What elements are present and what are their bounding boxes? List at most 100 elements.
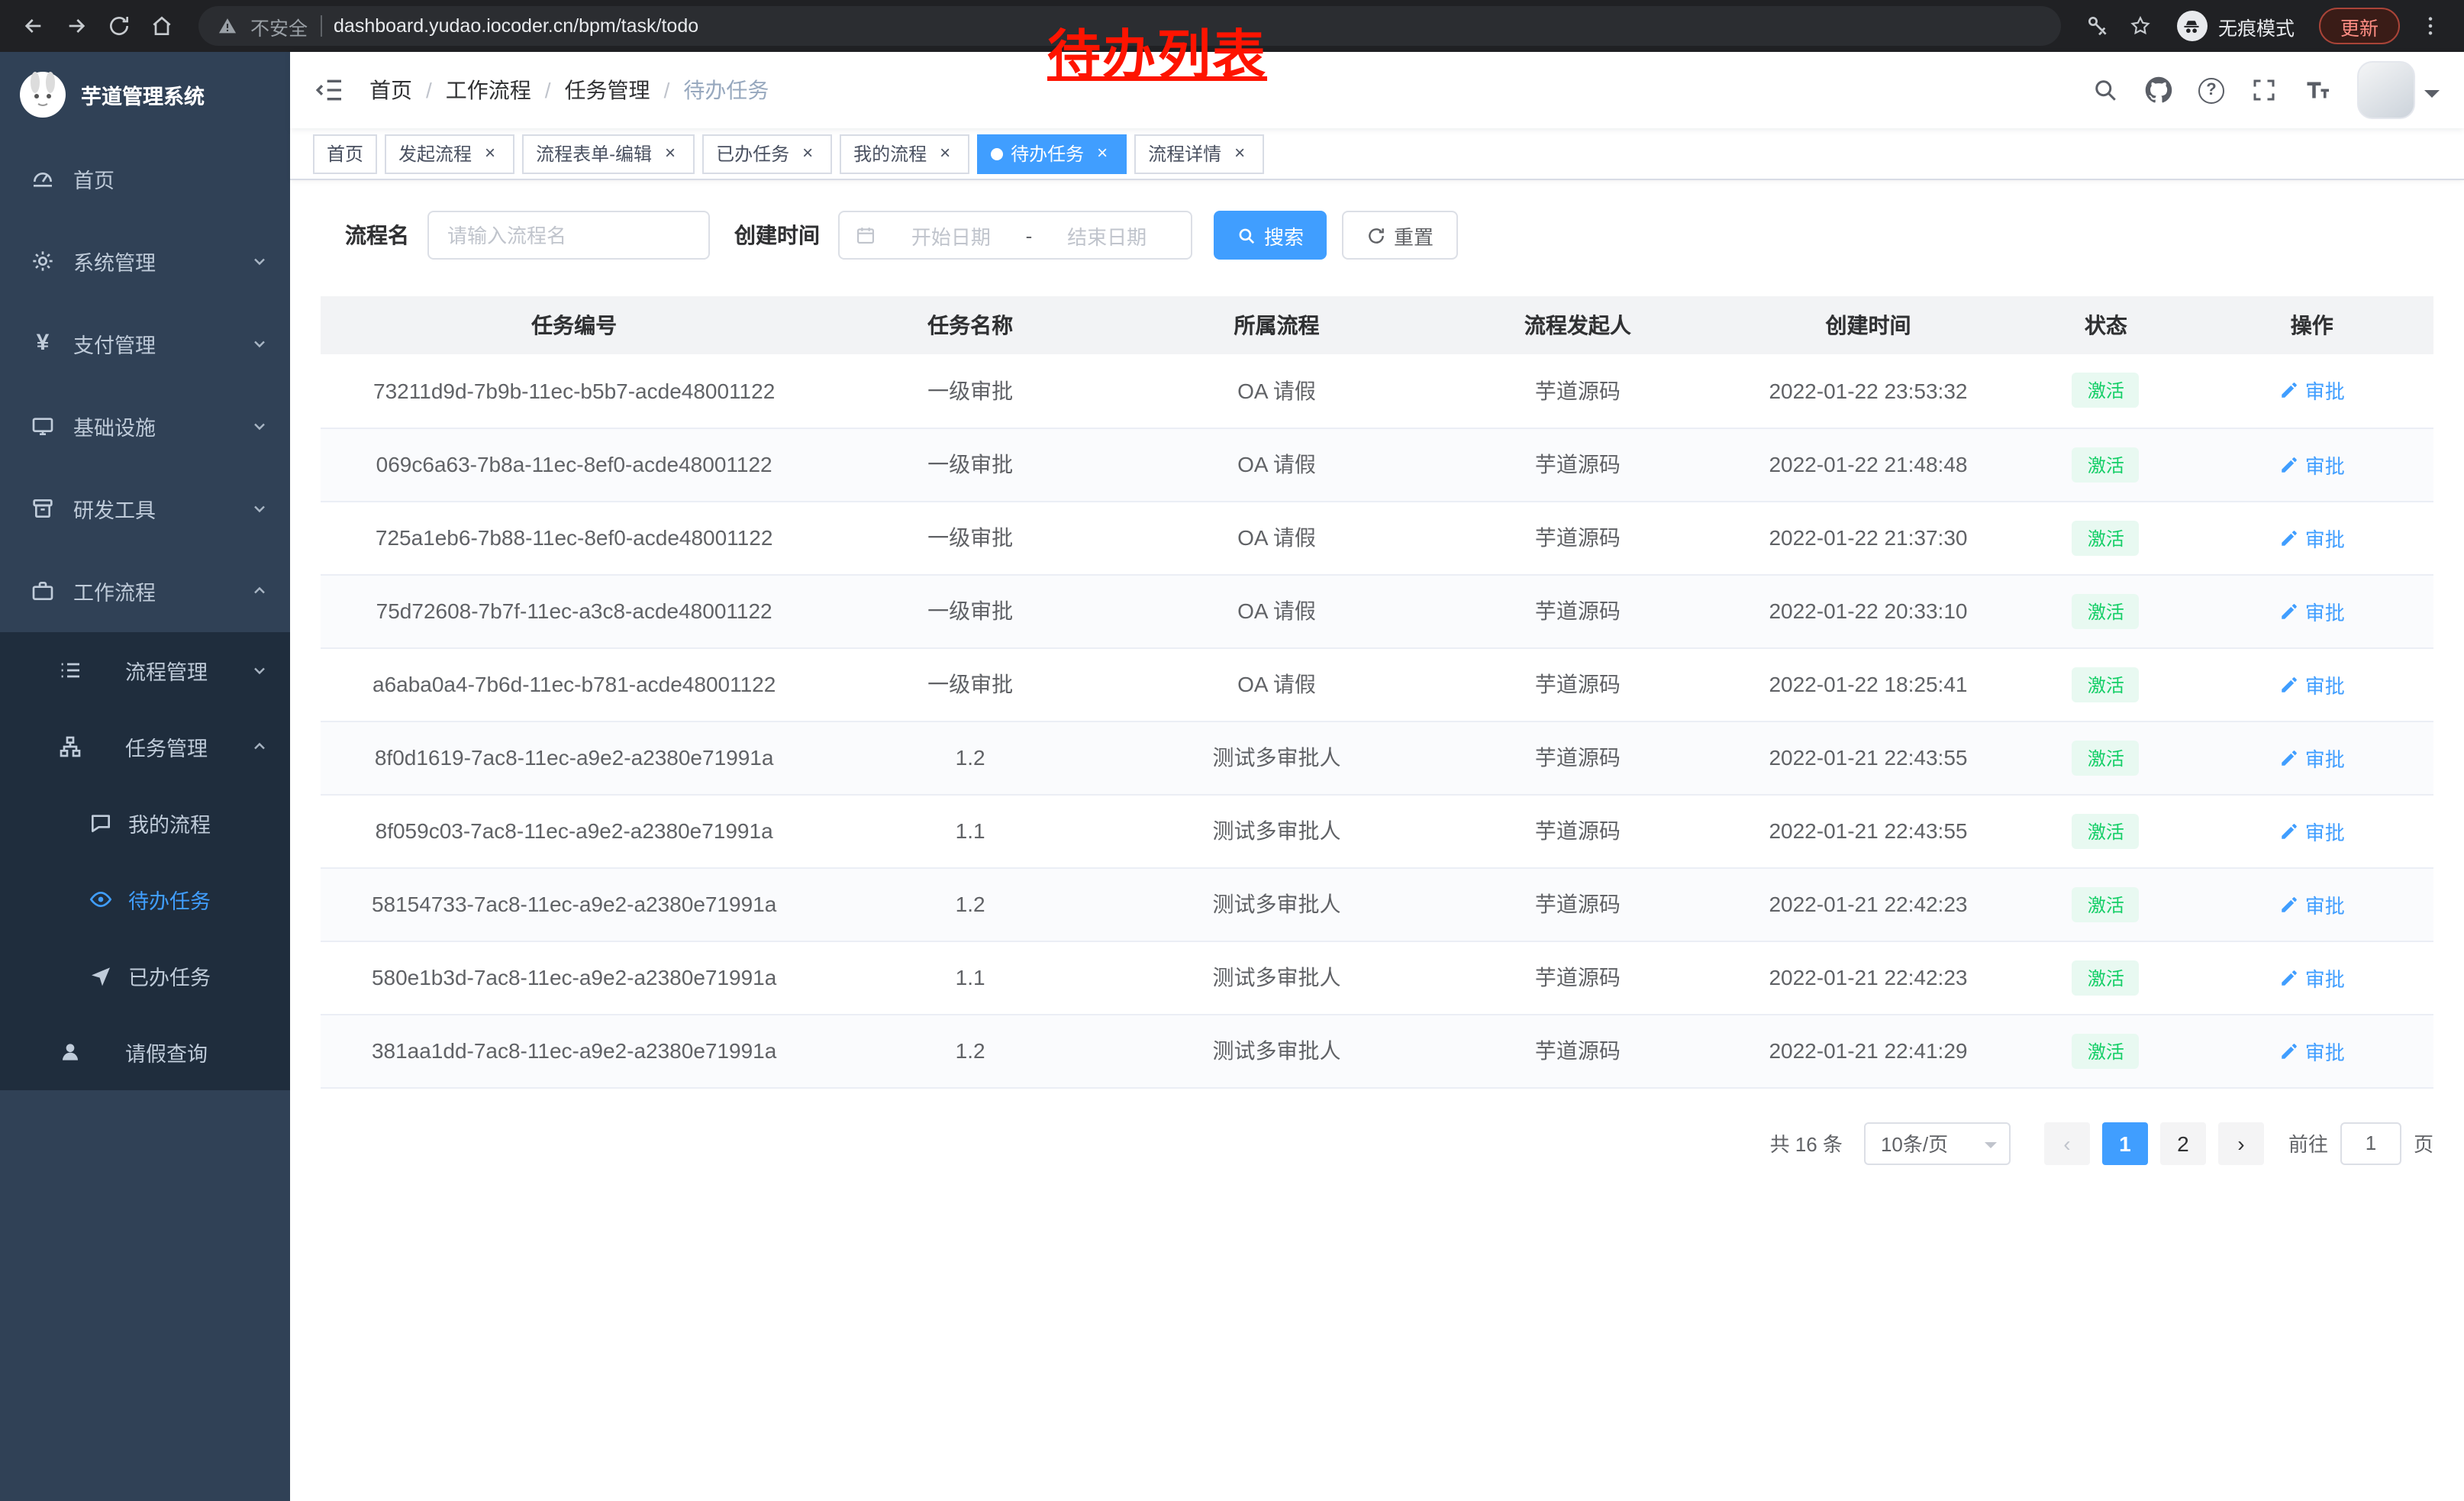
tab-close-icon[interactable]: × — [934, 143, 956, 164]
approve-link[interactable]: 审批 — [2279, 523, 2345, 552]
sidebar-item-workflow[interactable]: 工作流程 — [0, 550, 290, 632]
goto-page-input[interactable] — [2340, 1122, 2401, 1164]
font-size-icon[interactable] — [2304, 76, 2331, 104]
column-header-status: 状态 — [2021, 296, 2190, 354]
cell-status: 激活 — [2021, 501, 2190, 574]
sidebar-collapse-icon[interactable] — [314, 75, 345, 105]
tab-close-icon[interactable]: × — [479, 143, 501, 164]
page-1-button[interactable]: 1 — [2102, 1122, 2148, 1164]
update-button[interactable]: 更新 — [2319, 8, 2400, 44]
breadcrumb-item[interactable]: 首页 — [369, 75, 412, 105]
approve-link[interactable]: 审批 — [2279, 450, 2345, 479]
sidebar-item-leave-query[interactable]: 请假查询 — [0, 1014, 290, 1090]
view-tab[interactable]: 流程表单-编辑 × — [522, 134, 695, 173]
column-header-action: 操作 — [2191, 296, 2433, 354]
view-tab[interactable]: 流程详情 × — [1134, 134, 1264, 173]
sidebar-item-my-process[interactable]: 我的流程 — [0, 785, 290, 861]
prev-page-button[interactable]: ‹ — [2044, 1122, 2090, 1164]
tab-close-icon[interactable]: × — [660, 143, 681, 164]
sidebar-item-system-mgmt[interactable]: 系统管理 — [0, 220, 290, 302]
approve-link[interactable]: 审批 — [2279, 376, 2345, 405]
help-icon[interactable]: ? — [2198, 77, 2224, 103]
sidebar-item-label: 待办任务 — [128, 884, 211, 915]
tab-close-icon[interactable]: × — [797, 143, 818, 164]
chevron-up-icon — [250, 738, 269, 756]
app-logo-row[interactable]: 芋道管理系统 — [0, 52, 290, 137]
cell-initiator: 芋道源码 — [1440, 1014, 1715, 1087]
menu-dots-icon[interactable] — [2412, 8, 2449, 44]
approve-link[interactable]: 审批 — [2279, 596, 2345, 625]
approve-link[interactable]: 审批 — [2279, 670, 2345, 699]
approve-link[interactable]: 审批 — [2279, 889, 2345, 918]
sidebar-item-dev-tools[interactable]: 研发工具 — [0, 467, 290, 550]
cell-task-id: 73211d9d-7b9b-11ec-b5b7-acde48001122 — [321, 354, 827, 428]
reset-button-label: 重置 — [1394, 221, 1434, 250]
view-tab[interactable]: 首页 — [313, 134, 377, 173]
key-icon[interactable] — [2079, 8, 2116, 44]
next-page-button[interactable]: › — [2218, 1122, 2264, 1164]
sidebar-item-task-mgmt[interactable]: 任务管理 — [0, 709, 290, 785]
approve-link-label: 审批 — [2305, 1036, 2345, 1065]
fullscreen-icon[interactable] — [2250, 76, 2278, 104]
tab-label: 流程表单-编辑 — [536, 140, 652, 166]
sidebar-item-todo-tasks[interactable]: 待办任务 — [0, 861, 290, 938]
end-date-placeholder: 结束日期 — [1038, 221, 1176, 250]
cell-created-at: 2022-01-22 21:37:30 — [1715, 501, 2021, 574]
active-tab-dot — [991, 147, 1003, 160]
date-range-picker[interactable]: 开始日期 - 结束日期 — [838, 211, 1192, 260]
sidebar-item-home[interactable]: 首页 — [0, 137, 290, 220]
view-tab[interactable]: 发起流程 × — [385, 134, 514, 173]
sidebar-item-label: 请假查询 — [125, 1037, 208, 1067]
github-icon[interactable] — [2145, 76, 2172, 104]
sidebar-item-done-tasks[interactable]: 已办任务 — [0, 938, 290, 1014]
toolbox-icon — [31, 496, 55, 521]
reset-button[interactable]: 重置 — [1342, 211, 1458, 260]
view-tab[interactable]: 待办任务 × — [977, 134, 1127, 173]
home-icon[interactable] — [144, 8, 180, 44]
process-name-input[interactable] — [427, 211, 710, 260]
tab-close-icon[interactable]: × — [1092, 143, 1113, 164]
cell-initiator: 芋道源码 — [1440, 721, 1715, 794]
approve-link-label: 审批 — [2305, 670, 2345, 699]
table-row: 75d72608-7b7f-11ec-a3c8-acde48001122 一级审… — [321, 574, 2433, 647]
tab-close-icon[interactable]: × — [1229, 143, 1250, 164]
sidebar-item-process-mgmt[interactable]: 流程管理 — [0, 632, 290, 709]
sidebar-item-label: 流程管理 — [125, 655, 208, 686]
chevron-up-icon — [250, 582, 269, 600]
back-icon[interactable] — [15, 8, 52, 44]
approve-link[interactable]: 审批 — [2279, 1036, 2345, 1065]
approve-link[interactable]: 审批 — [2279, 743, 2345, 772]
star-icon[interactable] — [2122, 8, 2159, 44]
edit-icon — [2279, 967, 2299, 987]
approve-link[interactable]: 审批 — [2279, 816, 2345, 845]
cell-task-name: 一级审批 — [827, 574, 1113, 647]
search-button[interactable]: 搜索 — [1214, 211, 1327, 260]
goto-suffix-label: 页 — [2414, 1128, 2433, 1157]
cell-action: 审批 — [2191, 941, 2433, 1014]
sidebar-item-payment-mgmt[interactable]: ¥ 支付管理 — [0, 302, 290, 385]
approve-link-label: 审批 — [2305, 376, 2345, 405]
incognito-badge: 无痕模式 — [2177, 11, 2295, 41]
cell-initiator: 芋道源码 — [1440, 574, 1715, 647]
tab-label: 我的流程 — [853, 140, 927, 166]
forward-icon[interactable] — [58, 8, 95, 44]
view-tab[interactable]: 已办任务 × — [702, 134, 832, 173]
edit-icon — [2279, 528, 2299, 547]
breadcrumb-item[interactable]: 任务管理 — [565, 75, 650, 105]
page-size-select[interactable]: 10条/页 — [1864, 1122, 2011, 1164]
page-2-button[interactable]: 2 — [2160, 1122, 2206, 1164]
view-tab[interactable]: 我的流程 × — [840, 134, 969, 173]
breadcrumb-item[interactable]: 工作流程 — [446, 75, 531, 105]
cell-created-at: 2022-01-21 22:43:55 — [1715, 794, 2021, 867]
table-row: 58154733-7ac8-11ec-a9e2-a2380e71991a 1.2… — [321, 867, 2433, 941]
cell-task-name: 1.2 — [827, 1014, 1113, 1087]
user-menu[interactable] — [2357, 61, 2440, 119]
sidebar-item-infrastructure[interactable]: 基础设施 — [0, 385, 290, 467]
search-icon[interactable] — [2091, 76, 2119, 104]
reload-icon[interactable] — [101, 8, 137, 44]
approve-link[interactable]: 审批 — [2279, 963, 2345, 992]
cell-status: 激活 — [2021, 574, 2190, 647]
approve-link-label: 审批 — [2305, 889, 2345, 918]
sidebar-item-label: 任务管理 — [125, 731, 208, 762]
sidebar-item-label: 支付管理 — [73, 328, 156, 359]
